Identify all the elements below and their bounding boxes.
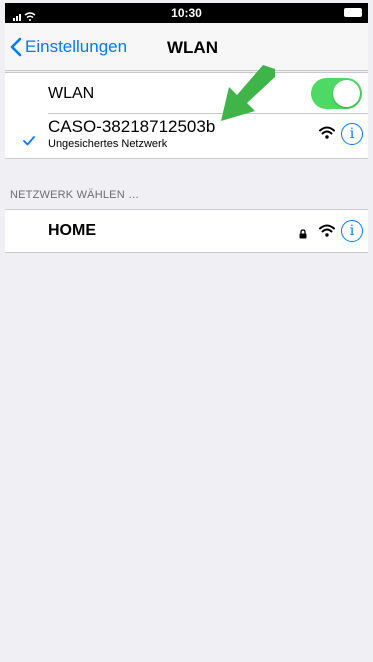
info-icon[interactable]: i (341, 220, 363, 242)
info-icon[interactable]: i (341, 123, 363, 145)
network-name: HOME (48, 222, 96, 239)
status-bar: 10:30 (5, 3, 368, 23)
toggle-knob (333, 80, 360, 107)
wlan-toggle-row: WLAN (5, 73, 368, 113)
wlan-toggle-switch[interactable] (311, 78, 362, 109)
battery-icon (344, 8, 362, 17)
wifi-strength-icon (319, 126, 335, 144)
network-row-home[interactable]: HOME i (5, 210, 368, 252)
wifi-strength-icon (319, 224, 335, 242)
wlan-group: WLAN CASO-38218712503b Ungesichertes Net… (5, 72, 368, 159)
wlan-label: WLAN (48, 85, 95, 102)
connected-network-row[interactable]: CASO-38218712503b Ungesichertes Netzwerk… (5, 114, 368, 158)
available-networks-group: HOME i (5, 209, 368, 253)
network-security-status: Ungesichertes Netzwerk (48, 138, 168, 150)
page-title: WLAN (167, 38, 218, 57)
navigation-bar: Einstellungen WLAN (5, 23, 368, 71)
status-time: 10:30 (171, 6, 202, 20)
phone-screen: 10:30 Einstellungen WLAN WLAN CASO-38218 (5, 3, 368, 659)
section-header: NETZWERK WÄHLEN … (10, 189, 140, 201)
checkmark-icon (23, 133, 35, 151)
lock-icon (299, 226, 307, 244)
annotation-arrow-icon (217, 65, 279, 130)
network-name: CASO-38218712503b (48, 117, 216, 136)
